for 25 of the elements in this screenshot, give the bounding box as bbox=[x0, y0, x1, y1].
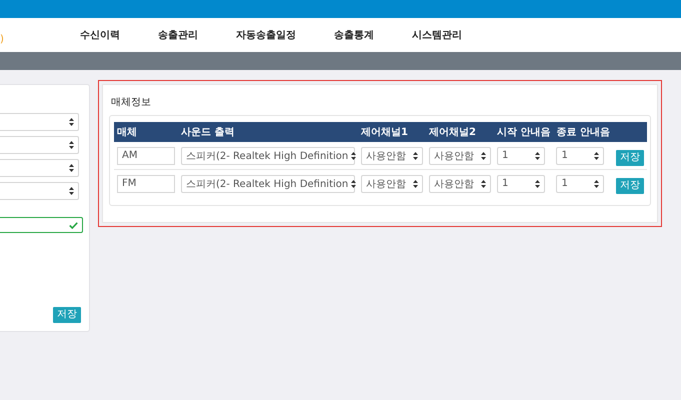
select-field[interactable]: 사용안함 bbox=[361, 146, 423, 164]
nav-link[interactable]: 자동송출일정 bbox=[236, 28, 296, 42]
column-header: 제어채널2 bbox=[426, 122, 494, 142]
column-header: 매체 bbox=[114, 122, 178, 142]
column-header: 종료 안내음 bbox=[553, 122, 613, 142]
nav-link[interactable]: 수신이력 bbox=[80, 28, 120, 42]
logo-text: ) bbox=[0, 34, 5, 44]
nav-link[interactable]: 송출통계 bbox=[334, 28, 374, 42]
select-field[interactable]: 1 bbox=[497, 146, 545, 164]
panel-title: 매체정보 bbox=[111, 96, 152, 109]
text-field[interactable]: FM bbox=[117, 174, 175, 192]
column-header: 사운드 출력 bbox=[178, 122, 358, 142]
select-field[interactable]: 스피커(2- Realtek High Definition bbox=[181, 146, 355, 164]
select-field[interactable]: 사용안함 bbox=[361, 174, 423, 192]
select-field[interactable]: 1 bbox=[556, 174, 604, 192]
select-field[interactable]: 사용안함 bbox=[429, 174, 491, 192]
column-header: 제어채널1 bbox=[358, 122, 426, 142]
column-header: 시작 안내음 bbox=[494, 122, 554, 142]
nav-link[interactable]: 시스템관리 bbox=[412, 28, 462, 42]
select-field[interactable]: 1 bbox=[497, 174, 545, 192]
select-field[interactable]: 스피커(2- Realtek High Definition bbox=[181, 174, 355, 192]
select-field[interactable]: 사용안함 bbox=[429, 146, 491, 164]
text-field[interactable]: AM bbox=[117, 146, 175, 164]
nav-link[interactable]: 송출관리 bbox=[158, 28, 198, 42]
select-field[interactable]: 1 bbox=[556, 146, 604, 164]
